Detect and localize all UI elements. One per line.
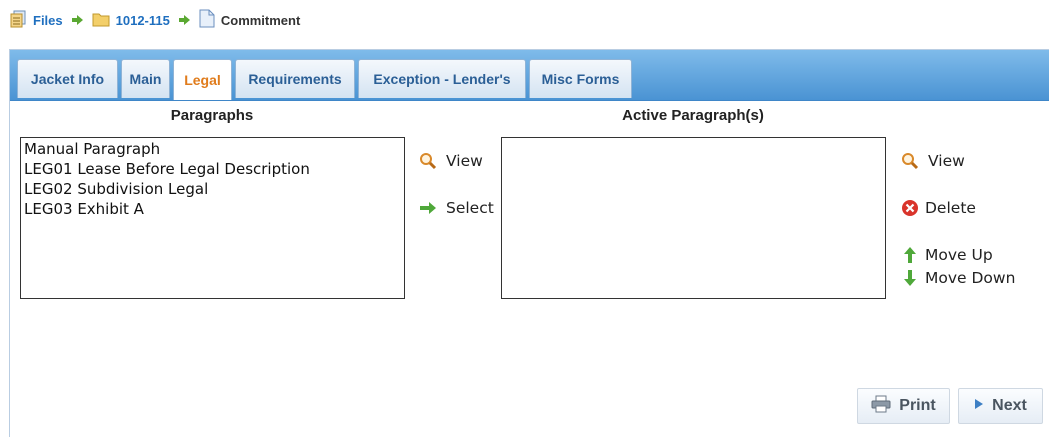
arrow-right-icon bbox=[178, 13, 190, 28]
next-label: Next bbox=[992, 397, 1027, 414]
printer-icon bbox=[871, 395, 891, 418]
view-label: View bbox=[446, 152, 483, 170]
active-paragraphs-listbox[interactable] bbox=[501, 137, 886, 299]
list-item[interactable]: LEG01 Lease Before Legal Description bbox=[24, 159, 401, 179]
paragraphs-title: Paragraphs bbox=[170, 107, 254, 124]
delete-paragraph-button[interactable]: Delete bbox=[901, 199, 976, 217]
files-icon bbox=[9, 10, 27, 31]
view-label: View bbox=[928, 152, 965, 170]
tab-jacket-info[interactable]: Jacket Info bbox=[17, 59, 118, 98]
tab-bar: Jacket Info Main Legal Requirements Exce… bbox=[10, 50, 1049, 101]
list-item[interactable]: Manual Paragraph bbox=[24, 139, 401, 159]
next-button[interactable]: Next bbox=[958, 388, 1043, 424]
delete-icon bbox=[901, 199, 919, 217]
tab-misc-forms[interactable]: Misc Forms bbox=[529, 59, 632, 98]
select-paragraph-button[interactable]: Select bbox=[419, 199, 494, 217]
active-paragraphs-title: Active Paragraph(s) bbox=[622, 107, 764, 124]
tab-exception-lenders[interactable]: Exception - Lender's bbox=[358, 59, 526, 98]
arrow-down-icon bbox=[901, 269, 919, 287]
list-item[interactable]: LEG03 Exhibit A bbox=[24, 199, 401, 219]
move-down-label: Move Down bbox=[925, 269, 1016, 287]
move-down-button[interactable]: Move Down bbox=[901, 269, 1015, 287]
breadcrumb-link-folder[interactable]: 1012-115 bbox=[116, 13, 170, 28]
breadcrumb-link-files[interactable]: Files bbox=[33, 13, 63, 28]
select-label: Select bbox=[446, 199, 494, 217]
breadcrumb-current-label: Commitment bbox=[220, 12, 301, 28]
magnifier-icon bbox=[419, 152, 437, 170]
move-up-button[interactable]: Move Up bbox=[901, 246, 993, 264]
commitment-panel: Jacket Info Main Legal Requirements Exce… bbox=[9, 49, 1049, 437]
list-item[interactable]: LEG02 Subdivision Legal bbox=[24, 179, 401, 199]
breadcrumb: Files 1012-115 Commitment bbox=[9, 9, 300, 31]
breadcrumb-current: Commitment bbox=[199, 9, 300, 31]
view-paragraph-button[interactable]: View bbox=[419, 152, 483, 170]
print-label: Print bbox=[899, 397, 936, 414]
folder-icon bbox=[92, 11, 110, 30]
arrow-up-icon bbox=[901, 246, 919, 264]
print-button[interactable]: Print bbox=[857, 388, 950, 424]
tab-requirements[interactable]: Requirements bbox=[235, 59, 355, 98]
delete-label: Delete bbox=[925, 199, 976, 217]
tab-main[interactable]: Main bbox=[121, 59, 170, 98]
paragraphs-listbox[interactable]: Manual Paragraph LEG01 Lease Before Lega… bbox=[20, 137, 405, 299]
breadcrumb-files[interactable]: Files bbox=[9, 10, 63, 31]
arrow-right-icon bbox=[71, 13, 83, 28]
view-active-paragraph-button[interactable]: View bbox=[901, 152, 965, 170]
document-icon bbox=[199, 9, 215, 31]
tab-legal[interactable]: Legal bbox=[173, 59, 232, 100]
magnifier-icon bbox=[901, 152, 919, 170]
play-icon bbox=[974, 397, 984, 415]
breadcrumb-folder[interactable]: 1012-115 bbox=[92, 11, 170, 30]
arrow-right-icon bbox=[419, 199, 437, 217]
move-up-label: Move Up bbox=[925, 246, 993, 264]
